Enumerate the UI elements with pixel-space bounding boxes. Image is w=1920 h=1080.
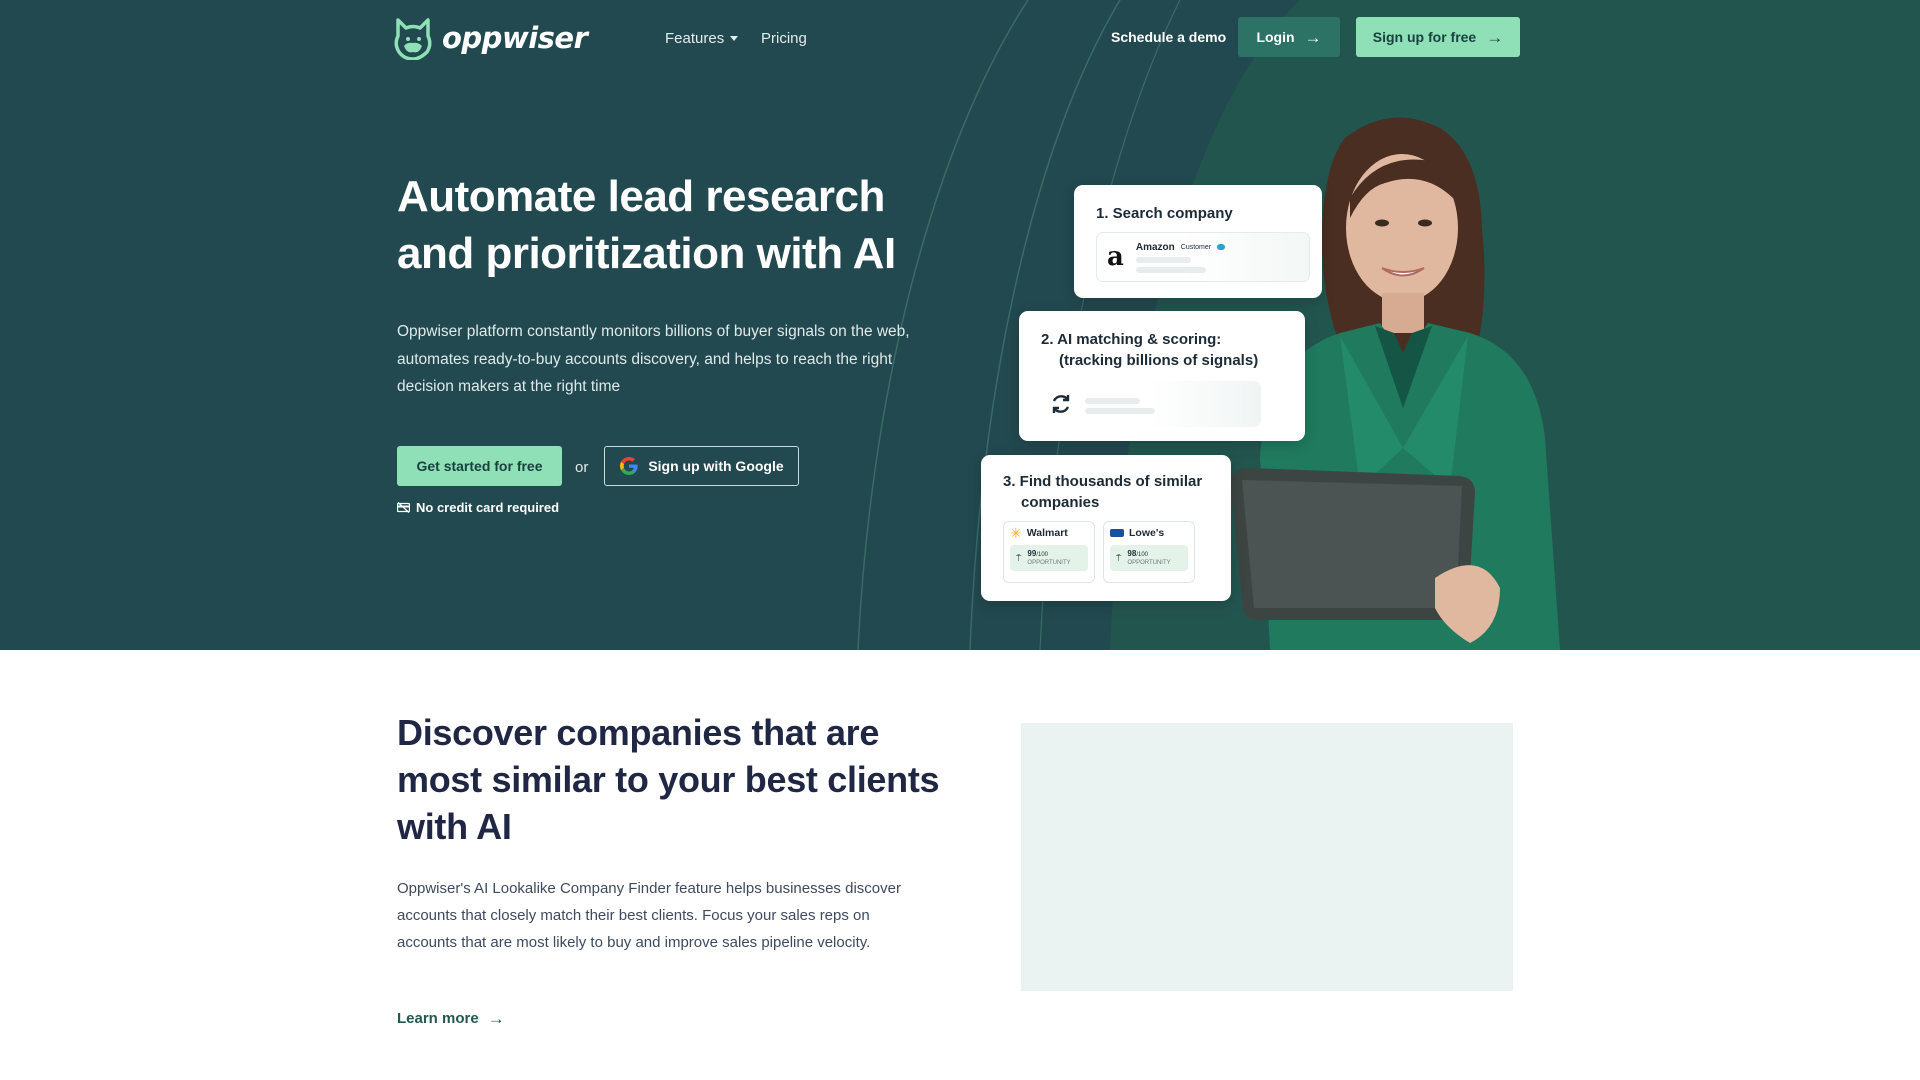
arrow-right-icon: → [487,1009,505,1028]
signup-button-label: Sign up for free [1372,29,1477,45]
lookalike-section-description: Oppwiser's AI Lookalike Company Finder f… [397,880,901,951]
score-value: 99 [1027,549,1037,558]
nav-pricing[interactable]: Pricing [761,30,807,47]
learn-more-link[interactable]: Learn more → [397,1010,505,1027]
logo-cat-icon [394,18,432,60]
lowes-logo-icon [1110,529,1124,537]
matching-preview [1041,381,1261,427]
placeholder-line [1085,398,1140,404]
lookalike-section-title: Discover companies that are most similar… [397,712,940,847]
score-label: OPPORTUNITY [1027,560,1071,566]
step1-title: 1. Search company [1096,205,1233,222]
step3-title-line1: 3. Find thousands of similar [1003,473,1203,490]
step2-title-line1: 2. AI matching & scoring: [1041,331,1222,348]
score-max: /100 [1036,552,1048,558]
walmart-spark-icon: ✳ [1010,525,1022,541]
nav-pricing-label: Pricing [761,30,807,47]
signal-icon: ⍑ [1016,552,1022,563]
schedule-demo-link[interactable]: Schedule a demo [1111,29,1226,45]
company-preview: a Amazon Customer [1096,232,1310,282]
score-value: 98 [1127,549,1137,558]
company-card-walmart: ✳ Walmart ⍑ 99/100 OPPORTUNITY [1003,521,1095,583]
step3-title-line2: companies [1021,494,1100,511]
placeholder-line [1135,266,1206,273]
similar-companies-list: ✳ Walmart ⍑ 99/100 OPPORTUNITY Lowe's ⍑ … [1003,521,1209,583]
no-credit-card-text: No credit card required [416,500,560,515]
signal-icon: ⍑ [1116,552,1122,563]
hero-title: Automate lead research and prioritizatio… [397,172,896,278]
nav-features[interactable]: Features [665,30,739,47]
step-card-search: 1. Search company a Amazon Customer [1074,185,1322,298]
step-card-similar: 3. Find thousands of similar companies ✳… [981,455,1231,601]
company-name: Lowe's [1129,527,1165,539]
step2-title-line2: (tracking billions of signals) [1059,352,1259,369]
hero-background-arcs [857,0,1920,650]
company-name: Amazon [1135,241,1175,253]
customer-badge: Customer [1180,243,1212,251]
no-credit-card-icon [397,502,410,513]
score-label: OPPORTUNITY [1127,560,1171,566]
opportunity-score: ⍑ 99/100 OPPORTUNITY [1010,545,1088,571]
arrow-right-icon: → [1486,27,1504,47]
score-max: /100 [1136,552,1148,558]
lookalike-media-placeholder [1021,723,1513,991]
logo-text: oppwiser [442,21,588,55]
company-card-lowes: Lowe's ⍑ 98/100 OPPORTUNITY [1103,521,1195,583]
opportunity-score: ⍑ 98/100 OPPORTUNITY [1110,545,1188,571]
signup-button-top[interactable]: Sign up for free → [1356,17,1520,57]
logo[interactable]: oppwiser [392,16,588,60]
refresh-icon [1052,395,1070,413]
login-button-label: Login [1256,29,1295,45]
top-navigation: oppwiser Features Pricing Schedule a dem… [0,0,1920,74]
arrow-right-icon: → [1304,27,1322,47]
get-started-button[interactable]: Get started for free [397,446,562,486]
login-button[interactable]: Login → [1238,17,1340,57]
placeholder-line [1135,256,1191,263]
hero-section: oppwiser Features Pricing Schedule a dem… [0,0,1920,650]
nav-features-label: Features [665,30,725,47]
google-icon [620,457,638,475]
or-separator: or [575,459,589,476]
company-name: Walmart [1026,527,1068,539]
step-card-matching: 2. AI matching & scoring: (tracking bill… [1019,311,1305,441]
no-credit-card-note: No credit card required [397,500,559,515]
placeholder-line [1085,408,1155,414]
amazon-logo-icon: a [1107,242,1124,272]
learn-more-label: Learn more [397,1010,479,1027]
salesforce-icon [1217,244,1226,250]
google-signup-button[interactable]: Sign up with Google [604,446,799,486]
chevron-down-icon [730,36,739,41]
google-signup-label: Sign up with Google [648,458,784,474]
hero-description: Oppwiser platform constantly monitors bi… [397,323,910,395]
